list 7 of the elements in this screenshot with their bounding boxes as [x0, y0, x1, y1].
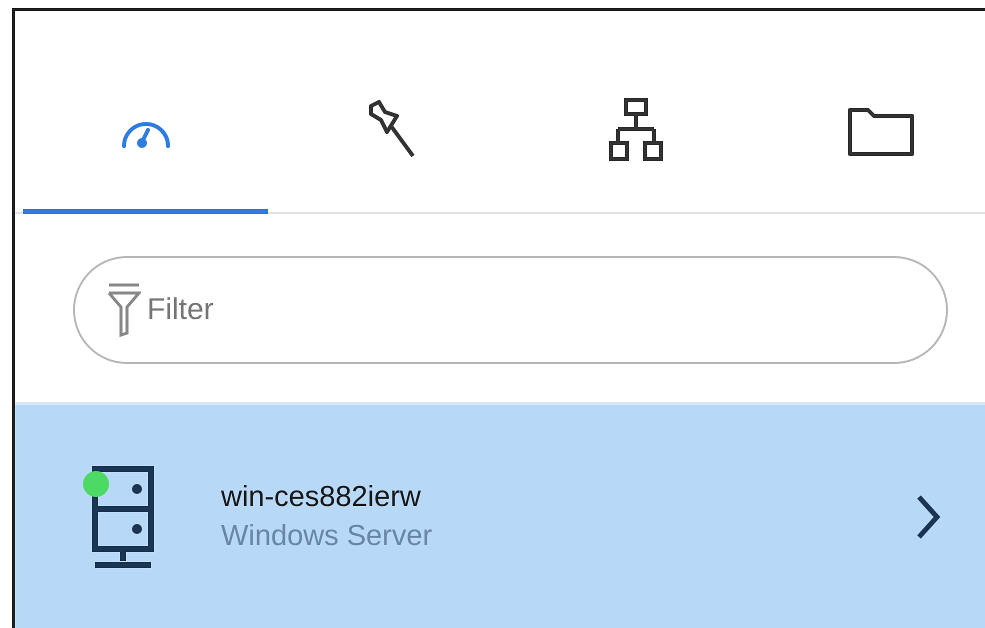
filter-field[interactable]: Filter: [73, 256, 948, 364]
chevron-right-icon: [915, 492, 941, 540]
server-list-item[interactable]: win-ces882ierw Windows Server: [15, 402, 985, 628]
server-name: win-ces882ierw: [221, 480, 422, 514]
hierarchy-icon: [608, 97, 664, 163]
filter-icon: [107, 281, 141, 339]
server-os: Windows Server: [221, 520, 434, 552]
